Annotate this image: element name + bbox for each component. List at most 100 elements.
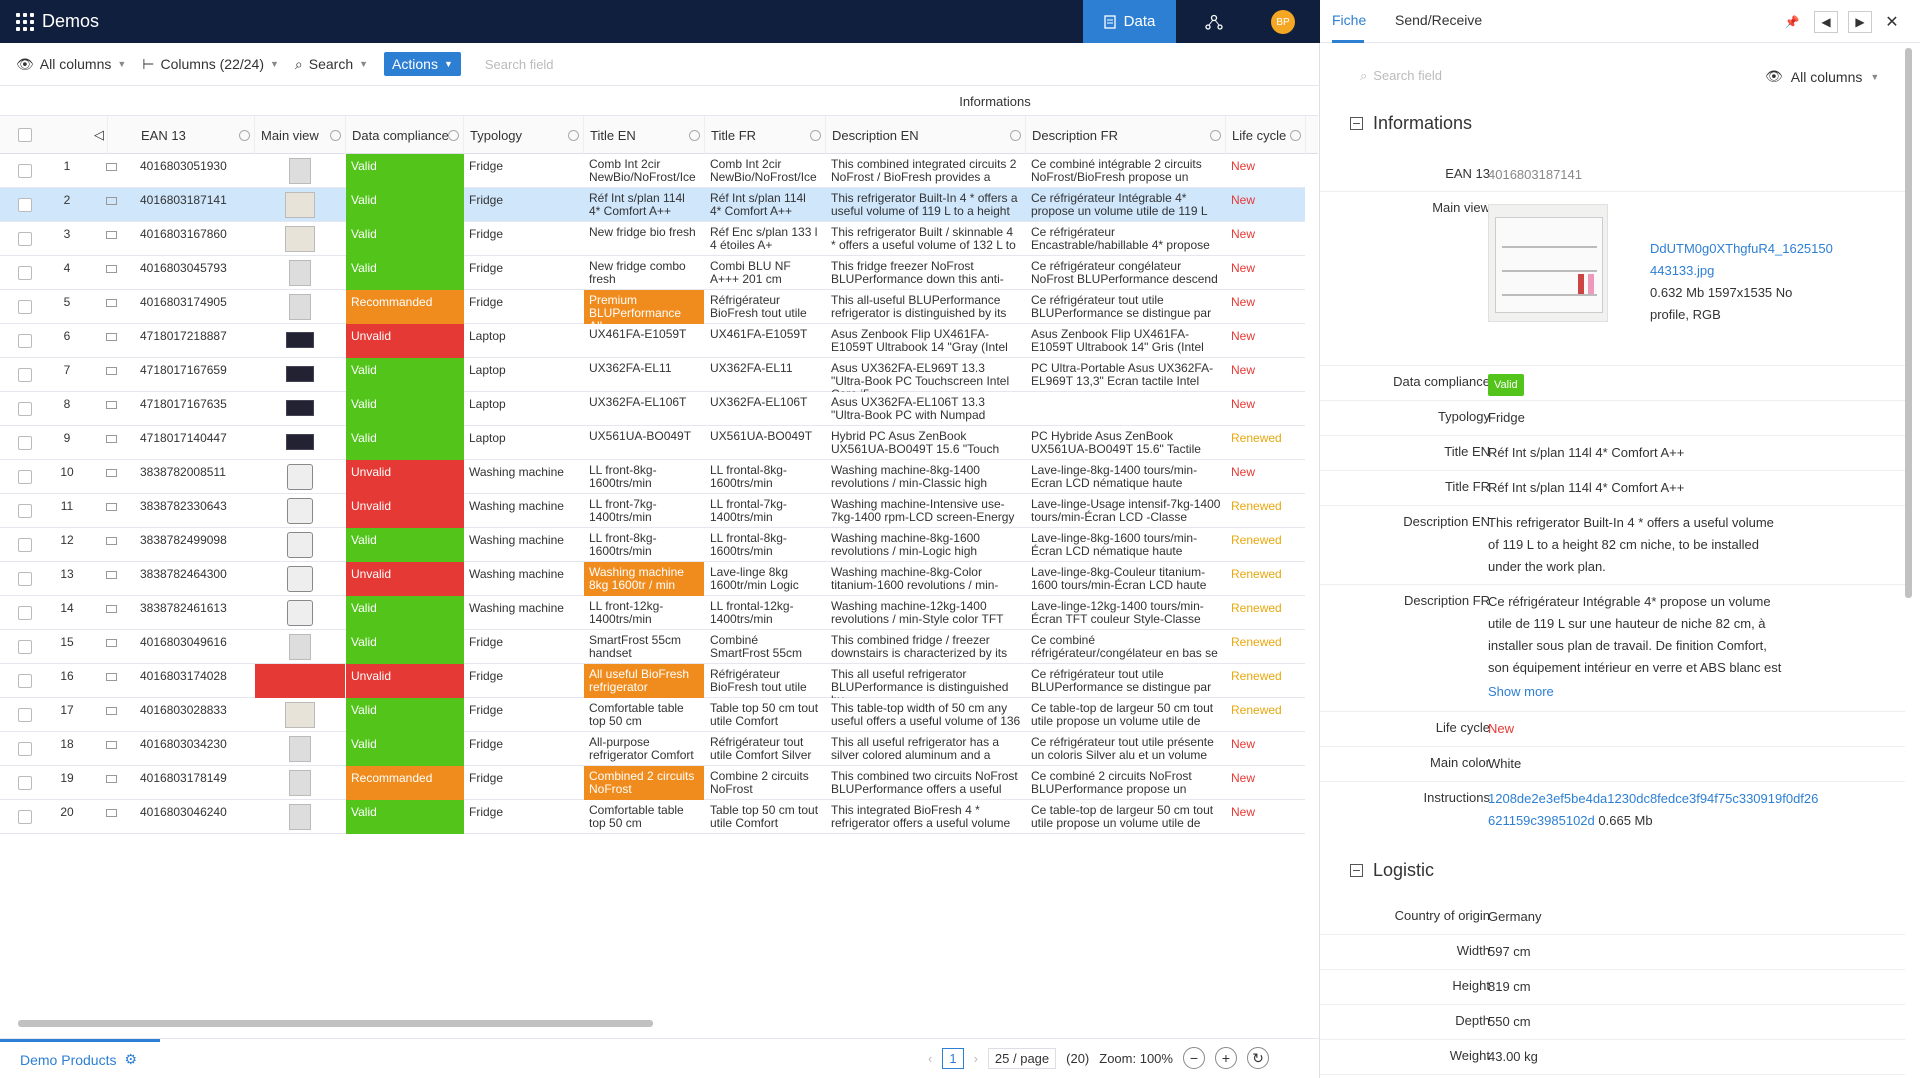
cell-desc-en[interactable]: This all-useful BLUPerformance refrigera… xyxy=(826,290,1026,324)
tab-data[interactable]: Data xyxy=(1083,0,1176,43)
cell-desc-fr[interactable]: Ce réfrigérateur tout utile présente un … xyxy=(1026,732,1226,766)
row-checkbox[interactable] xyxy=(18,470,32,484)
product-thumbnail[interactable] xyxy=(255,324,345,358)
mail-icon[interactable] xyxy=(106,401,117,409)
mail-icon[interactable] xyxy=(106,435,117,443)
cell-compliance[interactable]: Valid xyxy=(346,358,464,392)
mail-icon[interactable] xyxy=(106,809,117,817)
tab-graph[interactable] xyxy=(1176,0,1251,43)
pin-icon[interactable]: 📌 xyxy=(1780,11,1804,33)
row-checkbox[interactable] xyxy=(18,504,32,518)
cell-compliance[interactable]: Recommanded xyxy=(346,766,464,800)
cell-compliance[interactable]: Unvalid xyxy=(346,664,464,698)
sort-icon[interactable] xyxy=(568,130,579,141)
cell-typology[interactable]: Fridge xyxy=(464,766,584,800)
cell-desc-fr[interactable]: Lave-linge-8kg-1400 tours/min-Ecran LCD … xyxy=(1026,460,1226,494)
user-avatar[interactable]: BP xyxy=(1271,10,1295,34)
cell-title-en[interactable]: All-purpose refrigerator Comfort xyxy=(584,732,704,766)
cell-desc-fr[interactable]: Ce réfrigérateur tout utile BLUPerforman… xyxy=(1026,664,1226,698)
next-page-icon[interactable]: › xyxy=(974,1051,978,1066)
mail-icon[interactable] xyxy=(106,333,117,341)
cell-compliance[interactable]: Unvalid xyxy=(346,460,464,494)
cell-ean[interactable]: 4718017167659 xyxy=(135,358,255,392)
close-icon[interactable]: ✕ xyxy=(1880,11,1904,33)
project-tab[interactable]: Demo Products ⚙ xyxy=(20,1051,137,1068)
cell-life-cycle[interactable]: New xyxy=(1226,358,1306,392)
cell-title-fr[interactable]: Table top 50 cm tout utile Comfort xyxy=(705,698,825,732)
mail-icon[interactable] xyxy=(106,197,117,205)
cell-title-en[interactable]: New fridge combo fresh xyxy=(584,256,704,290)
product-thumbnail[interactable] xyxy=(255,426,345,460)
cell-typology[interactable]: Washing machine xyxy=(464,562,584,596)
product-thumbnail[interactable] xyxy=(255,732,345,766)
mail-icon[interactable] xyxy=(106,469,117,477)
cell-title-fr[interactable]: UX561UA-BO049T xyxy=(705,426,825,460)
column-header-compliance[interactable]: Data compliance xyxy=(346,116,464,154)
cell-title-en[interactable]: New fridge bio fresh xyxy=(584,222,704,256)
row-checkbox[interactable] xyxy=(18,402,32,416)
table-row[interactable]: 12 3838782499098 Valid Washing machine LL fr… xyxy=(0,528,1305,562)
instructions-link[interactable]: 621159c3985102d xyxy=(1488,813,1595,828)
cell-desc-en[interactable]: This combined fridge / freezer downstair… xyxy=(826,630,1026,664)
gear-icon[interactable]: ⚙ xyxy=(124,1051,137,1068)
table-row[interactable]: 13 3838782464300 Unvalid Washing machine Was… xyxy=(0,562,1305,596)
row-checkbox[interactable] xyxy=(18,164,32,178)
cell-title-en[interactable]: Comb Int 2cir NewBio/NoFrost/Ice xyxy=(584,154,704,188)
cell-desc-en[interactable]: This integrated BioFresh 4 * refrigerato… xyxy=(826,800,1026,834)
cell-life-cycle[interactable]: New xyxy=(1226,290,1306,324)
cell-ean[interactable]: 4016803028833 xyxy=(135,698,255,732)
tab-fiche[interactable]: Fiche xyxy=(1332,12,1366,28)
sort-icon[interactable] xyxy=(239,130,250,141)
cell-compliance[interactable]: Valid xyxy=(346,800,464,834)
cell-title-en[interactable]: LL front-12kg-1400trs/min xyxy=(584,596,704,630)
cell-typology[interactable]: Fridge xyxy=(464,256,584,290)
cell-ean[interactable]: 4016803174905 xyxy=(135,290,255,324)
cell-typology[interactable]: Laptop xyxy=(464,426,584,460)
cell-life-cycle[interactable]: New xyxy=(1226,460,1306,494)
cell-ean[interactable]: 4016803174028 xyxy=(135,664,255,698)
product-thumbnail[interactable] xyxy=(255,562,345,596)
cell-desc-fr[interactable]: Ce combiné 2 circuits NoFrost BLUPerform… xyxy=(1026,766,1226,800)
cell-typology[interactable]: Fridge xyxy=(464,732,584,766)
table-row[interactable]: 8 4718017167635 Valid Laptop UX362FA-EL106T U… xyxy=(0,392,1305,426)
table-row[interactable]: 11 3838782330643 Unvalid Washing machine LL … xyxy=(0,494,1305,528)
mail-icon[interactable] xyxy=(106,299,117,307)
cell-ean[interactable]: 4016803051930 xyxy=(135,154,255,188)
cell-compliance[interactable]: Valid xyxy=(346,222,464,256)
cell-title-en[interactable]: LL front-7kg-1400trs/min xyxy=(584,494,704,528)
cell-typology[interactable]: Laptop xyxy=(464,392,584,426)
cell-title-fr[interactable]: Combiné SmartFrost 55cm xyxy=(705,630,825,664)
product-thumbnail[interactable] xyxy=(255,154,345,188)
refresh-icon[interactable]: ↻ xyxy=(1246,1047,1269,1069)
actions-button[interactable]: Actions ▼ xyxy=(384,52,461,76)
cell-desc-fr[interactable]: Ce combiné intégrable 2 circuits NoFrost… xyxy=(1026,154,1226,188)
cell-desc-fr[interactable]: PC Hybride Asus ZenBook UX561UA-BO049T 1… xyxy=(1026,426,1226,460)
cell-title-en[interactable]: Premium BLUPerformance All- xyxy=(584,290,704,324)
cell-desc-fr[interactable]: PC Ultra-Portable Asus UX362FA-EL969T 13… xyxy=(1026,358,1226,392)
cell-compliance[interactable]: Valid xyxy=(346,256,464,290)
cell-typology[interactable]: Washing machine xyxy=(464,528,584,562)
cell-desc-fr[interactable]: Asus Zenbook Flip UX461FA-E1059T Ultrabo… xyxy=(1026,324,1226,358)
cell-title-en[interactable]: UX561UA-BO049T xyxy=(584,426,704,460)
sort-icon[interactable] xyxy=(1010,130,1021,141)
sort-icon[interactable] xyxy=(810,130,821,141)
column-header-ean[interactable]: EAN 13 xyxy=(135,116,255,154)
cell-title-fr[interactable]: Combine 2 circuits NoFrost xyxy=(705,766,825,800)
product-thumbnail[interactable] xyxy=(255,256,345,290)
cell-desc-fr[interactable]: Lave-linge-12kg-1400 tours/min-Écran TFT… xyxy=(1026,596,1226,630)
apps-grid-icon[interactable] xyxy=(16,13,34,31)
mail-icon[interactable] xyxy=(106,537,117,545)
product-thumbnail[interactable] xyxy=(255,664,345,698)
image-link[interactable]: DdUTM0g0XThgfuR4_1625150 xyxy=(1650,238,1850,260)
cell-life-cycle[interactable]: Renewed xyxy=(1226,698,1306,732)
cell-typology[interactable]: Fridge xyxy=(464,290,584,324)
cell-desc-fr[interactable]: Ce réfrigérateur Encastrable/habillable … xyxy=(1026,222,1226,256)
cell-desc-en[interactable]: Hybrid PC Asus ZenBook UX561UA-BO049T 15… xyxy=(826,426,1026,460)
cell-desc-en[interactable]: Asus UX362FA-EL106T 13.3 "Ultra-Book PC … xyxy=(826,392,1026,426)
mail-icon[interactable] xyxy=(106,605,117,613)
sort-icon[interactable] xyxy=(330,130,341,141)
product-thumbnail[interactable] xyxy=(255,290,345,324)
cell-desc-fr[interactable]: Ce réfrigérateur Intégrable 4* propose u… xyxy=(1026,188,1226,222)
cell-life-cycle[interactable]: New xyxy=(1226,154,1306,188)
cell-title-fr[interactable]: Comb Int 2cir NewBio/NoFrost/Ice xyxy=(705,154,825,188)
